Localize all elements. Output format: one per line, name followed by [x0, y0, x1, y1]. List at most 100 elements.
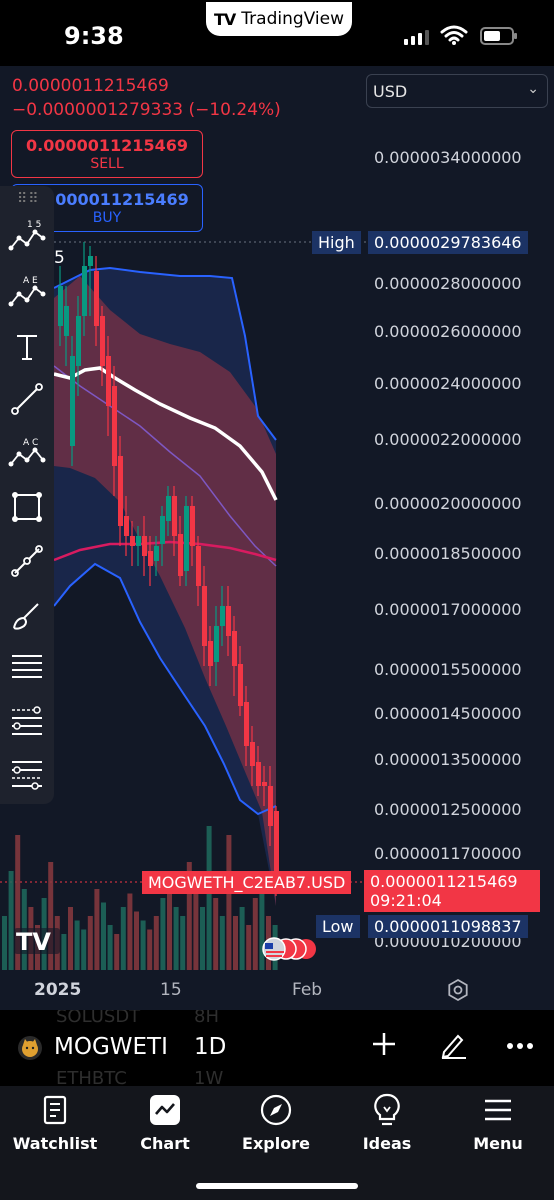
candle	[70, 356, 75, 446]
status-time: 9:38	[64, 22, 124, 50]
volume-bar	[233, 916, 238, 970]
volume-bar	[180, 916, 186, 970]
volume-bar	[252, 898, 258, 970]
brush-icon[interactable]	[6, 594, 48, 636]
candle	[184, 506, 189, 571]
volume-bar	[74, 920, 80, 970]
tab-explore[interactable]: Explore	[226, 1090, 326, 1153]
volume-bar	[173, 907, 179, 970]
candle	[172, 496, 177, 536]
volume-bar	[219, 916, 225, 970]
candle	[166, 496, 171, 521]
candle	[214, 626, 219, 662]
candle	[100, 316, 105, 366]
volume-bar	[134, 911, 139, 970]
tab-label: Menu	[473, 1134, 523, 1153]
candle	[124, 516, 129, 536]
sell-price: 0.0000011215469	[26, 136, 188, 155]
ghost-symbol: SOLUSDT	[56, 1010, 141, 1027]
candle	[202, 586, 207, 646]
time-axis[interactable]: 2025 15 Feb	[0, 970, 554, 1010]
candle	[256, 762, 261, 786]
interval-button[interactable]: 1D	[194, 1034, 226, 1060]
volume-bar	[200, 907, 205, 970]
symbol-logo-icon	[18, 1036, 42, 1060]
volume-bar	[107, 925, 113, 970]
pattern-icon[interactable]: A C	[6, 432, 48, 474]
candle	[244, 702, 249, 746]
symbol-name[interactable]: MOGWETI	[54, 1034, 168, 1060]
price-axis-label: 0.0000017000000	[374, 600, 522, 619]
path-icon[interactable]	[6, 540, 48, 582]
signal-icon	[404, 30, 429, 45]
low-label: Low	[316, 915, 360, 938]
app-pill-label: TradingView	[241, 9, 344, 29]
drawing-toolbar[interactable]: ⠿⠿ 1 5 A E A C	[0, 186, 54, 804]
chart-area[interactable]: 𝗧𝗩 0.0000011215469 −0.0000001279333 (−10…	[0, 66, 554, 970]
more-icon[interactable]	[506, 1042, 534, 1050]
tab-menu[interactable]: Menu	[448, 1090, 548, 1153]
settings-icon[interactable]	[446, 978, 470, 1002]
volume-bar	[101, 902, 106, 970]
candle	[250, 742, 255, 766]
candle	[238, 664, 243, 706]
tab-chart[interactable]: Chart	[115, 1090, 215, 1153]
watchlist-icon	[5, 1090, 105, 1130]
symbol-bar: SOLUSDT 8H ETHBTC 1W MOGWETI 1D	[0, 1010, 554, 1086]
ghost-interval: 8H	[194, 1010, 219, 1027]
price-axis-label: 0.0000012500000	[374, 800, 522, 819]
fib-extension-icon[interactable]	[6, 752, 48, 794]
candle	[190, 506, 195, 546]
candle	[112, 386, 117, 466]
candle	[226, 606, 231, 636]
price-axis-label: 0.0000013500000	[374, 750, 522, 769]
status-bar: 9:38 𝗧𝗩 TradingView	[0, 0, 554, 66]
low-value: 0.0000011098837	[368, 915, 528, 938]
currency-select[interactable]: USD ⌄	[366, 74, 548, 108]
add-icon[interactable]	[370, 1030, 398, 1058]
candle	[262, 782, 267, 786]
app-pill[interactable]: 𝗧𝗩 TradingView	[206, 2, 352, 36]
candle	[88, 256, 93, 266]
candle	[268, 786, 273, 826]
price-axis-label: 0.0000028000000	[374, 274, 522, 293]
volume-bar	[68, 907, 73, 970]
time-axis-label: 15	[160, 980, 182, 1000]
price-axis-label: 0.0000022000000	[374, 430, 522, 449]
letter-wave-icon[interactable]: A E	[6, 270, 48, 312]
volume-bar	[61, 934, 67, 970]
volume-bar	[259, 889, 265, 970]
fib-icon[interactable]	[6, 700, 48, 742]
tab-bar: Watchlist Chart Explore Ideas Menu	[0, 1086, 554, 1200]
sell-button[interactable]: 0.0000011215469 SELL	[11, 130, 203, 178]
candle	[178, 534, 183, 576]
wifi-icon	[440, 25, 468, 45]
volume-bar	[8, 871, 14, 970]
volume-bar	[226, 835, 232, 970]
tab-ideas[interactable]: Ideas	[337, 1090, 437, 1153]
text-tool-icon[interactable]	[6, 326, 48, 368]
sell-label: SELL	[90, 156, 124, 172]
drawing-pen-icon[interactable]	[438, 1030, 468, 1060]
candle	[118, 456, 123, 526]
trend-line-icon[interactable]	[6, 378, 48, 420]
currency-value: USD	[373, 82, 408, 101]
price-axis-label: 0.0000014500000	[374, 704, 522, 723]
candle	[160, 516, 165, 544]
rectangle-icon[interactable]	[6, 486, 48, 528]
drag-handle-icon[interactable]: ⠿⠿	[17, 190, 40, 207]
volume-bar	[153, 916, 159, 970]
volume-bar	[120, 907, 126, 970]
partial-label: 5	[54, 248, 65, 268]
candle	[130, 536, 135, 546]
numbered-wave-icon[interactable]: 1 5	[6, 214, 48, 256]
tab-watchlist[interactable]: Watchlist	[5, 1090, 105, 1153]
current-price-value: 0.0000011215469	[370, 872, 518, 891]
candle	[196, 546, 201, 586]
tradingview-watermark-icon: 𝗧𝗩	[14, 928, 60, 956]
tab-label: Chart	[140, 1134, 190, 1153]
volume-bar	[114, 934, 120, 970]
ghost-interval: 1W	[194, 1068, 224, 1086]
volume-bar	[239, 907, 245, 970]
horizontal-lines-icon[interactable]	[6, 646, 48, 688]
